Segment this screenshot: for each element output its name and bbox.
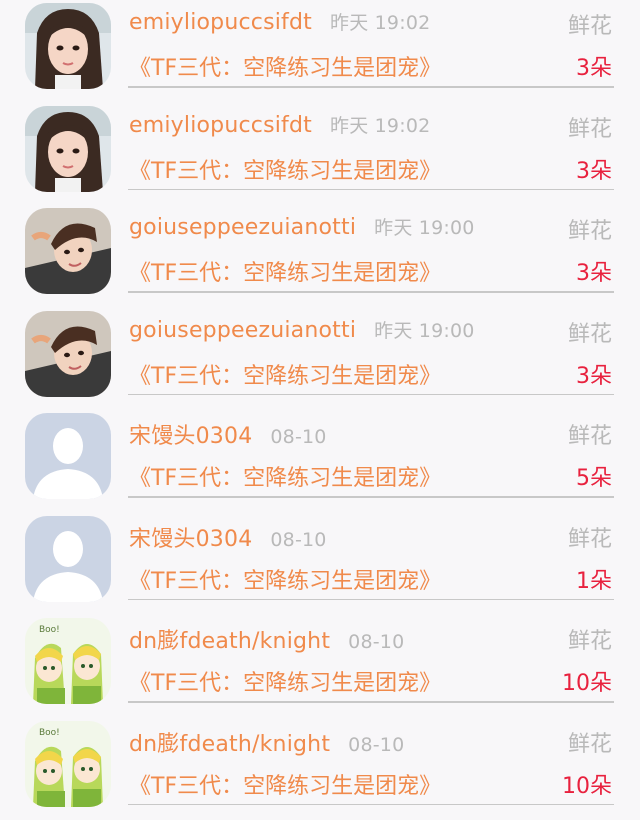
- svg-text:Boo!: Boo!: [39, 728, 60, 738]
- timestamp: 昨天 19:00: [374, 217, 474, 239]
- list-item[interactable]: emiyliopuccsifdt昨天 19:02 鲜花 《TF三代：空降练习生是…: [0, 103, 640, 206]
- gift-type-label: 鲜花: [568, 418, 612, 450]
- girl-avatar[interactable]: [25, 3, 111, 89]
- list-item[interactable]: 宋馒头030408-10 鲜花 《TF三代：空降练习生是团宠》 5朵: [0, 410, 640, 513]
- svg-text:Boo!: Boo!: [39, 625, 60, 635]
- list-item[interactable]: Boo! dn膨fdeath/knight08-10 鲜花 《TF三代：空降练习…: [0, 718, 640, 820]
- gift-type-label: 鲜花: [568, 521, 612, 553]
- gift-count: 5朵: [576, 460, 612, 492]
- cartoon-elves-avatar[interactable]: Boo!: [25, 618, 111, 704]
- user-name[interactable]: emiyliopuccsifdt昨天 19:02: [129, 8, 430, 35]
- list-item[interactable]: emiyliopuccsifdt昨天 19:02 鲜花 《TF三代：空降练习生是…: [0, 0, 640, 103]
- default-user-avatar[interactable]: [25, 413, 111, 499]
- book-title-link[interactable]: 《TF三代：空降练习生是团宠》: [129, 358, 441, 390]
- user-name[interactable]: dn膨fdeath/knight08-10: [129, 726, 404, 758]
- divider: [128, 496, 614, 498]
- divider: [128, 701, 614, 703]
- timestamp: 昨天 19:00: [374, 320, 474, 342]
- girl-avatar[interactable]: [25, 106, 111, 192]
- gift-count: 3朵: [576, 153, 612, 185]
- list-item[interactable]: goiuseppeezuianotti昨天 19:00 鲜花 《TF三代：空降练…: [0, 308, 640, 411]
- user-name[interactable]: goiuseppeezuianotti昨天 19:00: [129, 213, 475, 240]
- book-title-link[interactable]: 《TF三代：空降练习生是团宠》: [129, 665, 441, 697]
- default-user-avatar[interactable]: [25, 516, 111, 602]
- user-name[interactable]: goiuseppeezuianotti昨天 19:00: [129, 316, 475, 343]
- boy-avatar[interactable]: [25, 208, 111, 294]
- gift-count: 1朵: [576, 563, 612, 595]
- list-item[interactable]: goiuseppeezuianotti昨天 19:00 鲜花 《TF三代：空降练…: [0, 205, 640, 308]
- boy-avatar[interactable]: [25, 311, 111, 397]
- cartoon-elves-avatar[interactable]: Boo!: [25, 721, 111, 807]
- gift-record-list: emiyliopuccsifdt昨天 19:02 鲜花 《TF三代：空降练习生是…: [0, 0, 640, 804]
- divider: [128, 86, 614, 88]
- gift-count: 10朵: [562, 768, 612, 800]
- list-item[interactable]: Boo! dn膨fdeath/knight08-10 鲜花 《TF三代：空降练习…: [0, 615, 640, 718]
- user-name[interactable]: 宋馒头030408-10: [129, 521, 327, 553]
- gift-count: 3朵: [576, 50, 612, 82]
- book-title-link[interactable]: 《TF三代：空降练习生是团宠》: [129, 255, 441, 287]
- divider: [128, 599, 614, 601]
- timestamp: 08-10: [348, 734, 404, 756]
- book-title-link[interactable]: 《TF三代：空降练习生是团宠》: [129, 460, 441, 492]
- gift-type-label: 鲜花: [568, 8, 612, 40]
- gift-type-label: 鲜花: [568, 316, 612, 348]
- list-item[interactable]: 宋馒头030408-10 鲜花 《TF三代：空降练习生是团宠》 1朵: [0, 513, 640, 616]
- gift-type-label: 鲜花: [568, 623, 612, 655]
- book-title-link[interactable]: 《TF三代：空降练习生是团宠》: [129, 563, 441, 595]
- divider: [128, 291, 614, 293]
- book-title-link[interactable]: 《TF三代：空降练习生是团宠》: [129, 153, 441, 185]
- timestamp: 08-10: [270, 426, 326, 448]
- gift-count: 3朵: [576, 358, 612, 390]
- divider: [128, 189, 614, 191]
- timestamp: 08-10: [348, 631, 404, 653]
- gift-count: 3朵: [576, 255, 612, 287]
- book-title-link[interactable]: 《TF三代：空降练习生是团宠》: [129, 768, 441, 800]
- user-name[interactable]: 宋馒头030408-10: [129, 418, 327, 450]
- book-title-link[interactable]: 《TF三代：空降练习生是团宠》: [129, 50, 441, 82]
- timestamp: 昨天 19:02: [330, 115, 430, 137]
- timestamp: 08-10: [270, 529, 326, 551]
- divider: [128, 394, 614, 396]
- gift-count: 10朵: [562, 665, 612, 697]
- gift-type-label: 鲜花: [568, 726, 612, 758]
- user-name[interactable]: emiyliopuccsifdt昨天 19:02: [129, 111, 430, 138]
- user-name[interactable]: dn膨fdeath/knight08-10: [129, 623, 404, 655]
- gift-type-label: 鲜花: [568, 213, 612, 245]
- timestamp: 昨天 19:02: [330, 12, 430, 34]
- gift-type-label: 鲜花: [568, 111, 612, 143]
